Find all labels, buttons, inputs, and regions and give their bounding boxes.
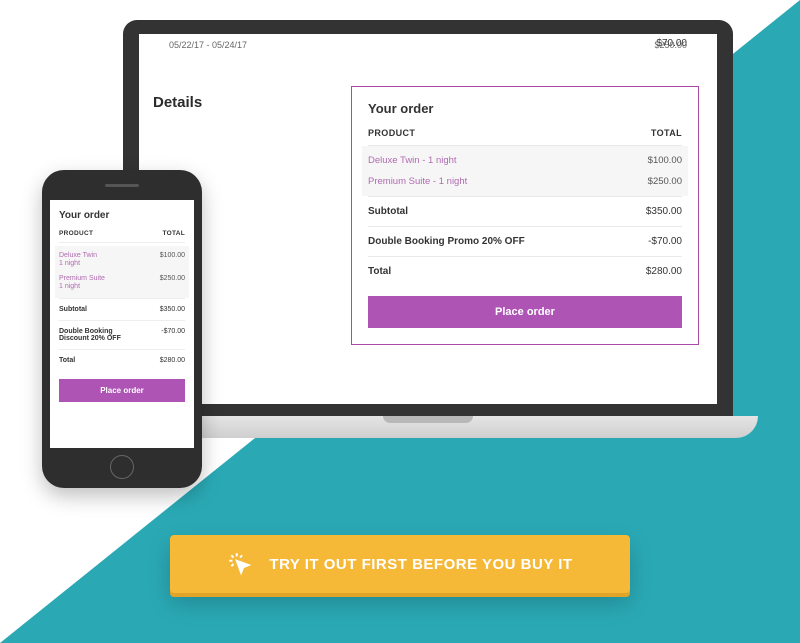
total-label: Total [368, 266, 391, 277]
product-row: Deluxe Twin 1 night $100.00 [59, 249, 185, 272]
order-header-row: PRODUCT TOTAL [368, 128, 682, 146]
order-summary-panel: Your order PRODUCT TOTAL Deluxe Twin - 1… [351, 86, 699, 345]
laptop-bezel: 05/22/17 - 05/24/17 $250.00 $70.00 Detai… [123, 20, 733, 420]
place-order-button[interactable]: Place order [368, 296, 682, 328]
subtotal-label: Subtotal [368, 206, 408, 217]
product-price: $100.00 [648, 155, 682, 166]
try-it-out-button[interactable]: TRY IT OUT FIRST BEFORE YOU BUY IT [170, 535, 630, 593]
order-title: Your order [368, 101, 682, 116]
product-name: Deluxe Twin - 1 night [368, 155, 457, 166]
total-value: $280.00 [160, 357, 185, 364]
product-price: $250.00 [160, 275, 185, 292]
product-row: Premium Suite - 1 night $250.00 [368, 171, 682, 192]
subtotal-value: $350.00 [160, 306, 185, 313]
col-total: TOTAL [162, 230, 185, 237]
total-row: Total $280.00 [59, 349, 185, 371]
total-row: Total $280.00 [368, 256, 682, 286]
cursor-click-icon [227, 551, 253, 577]
laptop-viewport: 05/22/17 - 05/24/17 $250.00 $70.00 Detai… [139, 34, 717, 404]
place-order-button[interactable]: Place order [59, 379, 185, 402]
top-amount: $250.00 [654, 40, 687, 50]
phone-viewport: Your order PRODUCT TOTAL Deluxe Twin 1 n… [50, 200, 194, 448]
promo-row: Double Booking Promo 20% OFF -$70.00 [368, 226, 682, 256]
product-price: $100.00 [160, 252, 185, 269]
order-products: Deluxe Twin - 1 night $100.00 Premium Su… [362, 146, 688, 196]
date-range: 05/22/17 - 05/24/17 [169, 40, 247, 50]
order-title: Your order [59, 210, 185, 221]
promo-label: Double Booking Promo 20% OFF [368, 236, 525, 247]
laptop-notch [383, 416, 473, 423]
product-name: Deluxe Twin 1 night [59, 252, 97, 269]
product-price: $250.00 [648, 176, 682, 187]
subtotal-value: $350.00 [646, 206, 682, 217]
col-total: TOTAL [651, 128, 682, 138]
col-product: PRODUCT [59, 230, 93, 237]
phone-home-button [110, 455, 134, 479]
col-product: PRODUCT [368, 128, 415, 138]
order-products: Deluxe Twin 1 night $100.00 Premium Suit… [55, 246, 189, 298]
promo-label: Double Booking Discount 20% OFF [59, 328, 144, 342]
promo-row: Double Booking Discount 20% OFF -$70.00 [59, 320, 185, 349]
total-value: $280.00 [646, 266, 682, 277]
laptop-top-row: 05/22/17 - 05/24/17 $250.00 [139, 34, 717, 54]
subtotal-row: Subtotal $350.00 [368, 196, 682, 226]
product-name: Premium Suite - 1 night [368, 176, 467, 187]
product-row: Premium Suite 1 night $250.00 [59, 272, 185, 295]
product-row: Deluxe Twin - 1 night $100.00 [368, 150, 682, 171]
total-label: Total [59, 357, 75, 364]
product-name: Premium Suite 1 night [59, 275, 105, 292]
cta-label: TRY IT OUT FIRST BEFORE YOU BUY IT [269, 556, 572, 573]
phone-device: Your order PRODUCT TOTAL Deluxe Twin 1 n… [42, 170, 202, 488]
subtotal-row: Subtotal $350.00 [59, 298, 185, 320]
promo-value: -$70.00 [161, 328, 185, 342]
order-header-row: PRODUCT TOTAL [59, 230, 185, 243]
subtotal-label: Subtotal [59, 306, 87, 313]
phone-speaker [105, 184, 139, 187]
promo-value: -$70.00 [648, 236, 682, 247]
details-heading: Details [153, 94, 202, 111]
